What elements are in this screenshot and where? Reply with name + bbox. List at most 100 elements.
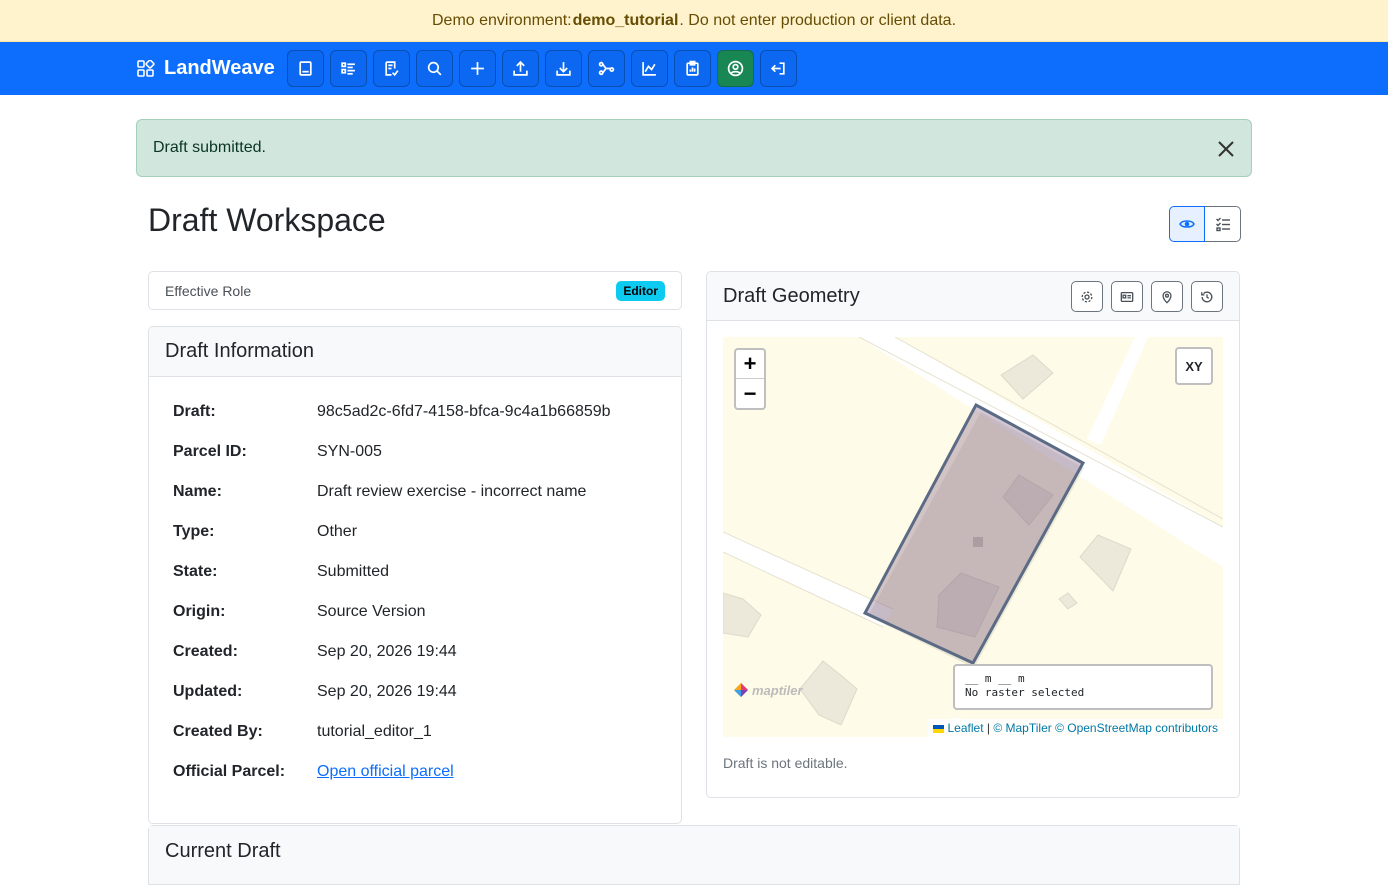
map-canvas[interactable]: + − XY __ m __ m No raster selected mapt…	[723, 337, 1223, 737]
id-card-icon	[1120, 291, 1134, 302]
info-row-parcel-id: Parcel ID: SYN-005	[173, 443, 657, 483]
info-value: Submitted	[317, 563, 390, 580]
close-icon	[1218, 141, 1234, 157]
draft-information-card: Draft Information Draft: 98c5ad2c-6fd7-4…	[148, 326, 682, 824]
demo-banner: Demo environment: demo_tutorial . Do not…	[0, 0, 1388, 42]
info-value: Sep 20, 2026 19:44	[317, 643, 457, 660]
nav-search-button[interactable]	[416, 50, 453, 87]
info-label: Created By:	[173, 723, 263, 740]
nav-clipboard-button[interactable]	[674, 50, 711, 87]
navbar: LandWeave	[0, 42, 1388, 95]
list-icon	[341, 62, 355, 75]
info-label: Created:	[173, 643, 238, 660]
checklist-icon	[1215, 217, 1230, 232]
current-draft-card: Current Draft	[148, 825, 1240, 885]
tile-attribution-link[interactable]: © MapTiler © OpenStreetMap contributors	[993, 721, 1218, 735]
readout-raster: No raster selected	[965, 686, 1085, 699]
xy-toggle-button[interactable]: XY	[1175, 347, 1213, 385]
doc-check-icon	[385, 61, 399, 77]
info-row-name: Name: Draft review exercise - incorrect …	[173, 483, 657, 523]
nav-doc-check-button[interactable]	[373, 50, 410, 87]
ukraine-flag-icon	[933, 724, 945, 733]
open-official-parcel-link[interactable]: Open official parcel	[317, 763, 454, 780]
nav-upload-button[interactable]	[502, 50, 539, 87]
nav-logout-button[interactable]	[760, 50, 797, 87]
info-value: Sep 20, 2026 19:44	[317, 683, 457, 700]
book-icon	[299, 61, 312, 76]
info-label: Type:	[173, 523, 215, 540]
zoom-control: + −	[734, 348, 766, 410]
maptiler-icon	[734, 683, 748, 697]
alert-close-button[interactable]	[1215, 138, 1237, 160]
current-draft-title: Current Draft	[149, 826, 1239, 872]
geometry-card-button[interactable]	[1111, 281, 1143, 312]
view-checklist-button[interactable]	[1205, 206, 1241, 242]
geometry-location-button[interactable]	[1151, 281, 1183, 312]
clipboard-icon	[686, 60, 699, 76]
info-row-type: Type: Other	[173, 523, 657, 563]
apps-grid-icon	[137, 59, 155, 77]
nav-add-button[interactable]	[459, 50, 496, 87]
info-label: Origin:	[173, 603, 226, 620]
draft-information-title: Draft Information	[149, 327, 681, 377]
readout-distance: __ m __ m	[965, 672, 1025, 685]
info-row-created-by: Created By: tutorial_editor_1	[173, 723, 657, 763]
share-nodes-icon	[598, 61, 615, 76]
info-rows: Draft: 98c5ad2c-6fd7-4158-bfca-9c4a1b668…	[149, 377, 681, 803]
leaflet-link[interactable]: Leaflet	[948, 721, 984, 735]
maptiler-logo[interactable]: maptiler	[733, 682, 803, 698]
map-attribution: Leaflet | © MapTiler © OpenStreetMap con…	[928, 719, 1223, 737]
info-value: Open official parcel	[317, 763, 454, 781]
user-circle-icon	[727, 60, 744, 77]
role-badge: Editor	[616, 280, 665, 301]
gear-icon	[1081, 291, 1093, 302]
maptiler-logo-text: maptiler	[752, 682, 803, 698]
info-label: Official Parcel:	[173, 763, 286, 780]
draft-geometry-header: Draft Geometry	[707, 272, 1239, 321]
chart-icon	[642, 62, 656, 76]
info-value: SYN-005	[317, 443, 382, 460]
role-label: Effective Role	[165, 282, 252, 299]
info-row-official-parcel: Official Parcel: Open official parcel	[173, 763, 657, 803]
demo-banner-prefix: Demo environment:	[431, 11, 572, 29]
info-label: State:	[173, 563, 218, 580]
view-preview-button[interactable]	[1169, 206, 1205, 242]
geometry-settings-button[interactable]	[1071, 281, 1103, 312]
success-alert: Draft submitted.	[136, 119, 1252, 177]
nav-download-button[interactable]	[545, 50, 582, 87]
nav-toolbar	[287, 50, 797, 87]
zoom-out-button[interactable]: −	[736, 379, 764, 408]
info-value: tutorial_editor_1	[317, 723, 432, 740]
info-row-created: Created: Sep 20, 2026 19:44	[173, 643, 657, 683]
view-toggle	[1169, 206, 1241, 242]
nav-account-button[interactable]	[717, 50, 754, 87]
history-icon	[1201, 291, 1213, 302]
demo-banner-suffix: . Do not enter production or client data…	[679, 11, 957, 29]
draft-not-editable-note: Draft is not editable.	[723, 755, 848, 771]
demo-env-name: demo_tutorial	[572, 11, 679, 29]
effective-role-card: Effective Role Editor	[148, 271, 682, 310]
map-pin-icon	[1162, 290, 1172, 304]
info-row-state: State: Submitted	[173, 563, 657, 603]
search-icon	[427, 61, 442, 76]
info-label: Name:	[173, 483, 222, 500]
nav-list-button[interactable]	[330, 50, 367, 87]
coordinate-readout: __ m __ m No raster selected	[953, 664, 1213, 710]
parcel-polygon	[862, 402, 1086, 668]
plus-icon	[471, 62, 484, 75]
nav-book-button[interactable]	[287, 50, 324, 87]
geometry-history-button[interactable]	[1191, 281, 1223, 312]
upload-icon	[513, 60, 528, 76]
download-icon	[556, 62, 571, 76]
info-row-origin: Origin: Source Version	[173, 603, 657, 643]
brand-link[interactable]: LandWeave	[137, 42, 275, 95]
nav-chart-button[interactable]	[631, 50, 668, 87]
geometry-tools	[1071, 281, 1223, 312]
info-row-draft: Draft: 98c5ad2c-6fd7-4158-bfca-9c4a1b668…	[173, 403, 657, 443]
info-label: Parcel ID:	[173, 443, 247, 460]
nav-share-button[interactable]	[588, 50, 625, 87]
info-row-updated: Updated: Sep 20, 2026 19:44	[173, 683, 657, 723]
zoom-in-button[interactable]: +	[736, 350, 764, 379]
info-value: 98c5ad2c-6fd7-4158-bfca-9c4a1b66859b	[317, 403, 611, 420]
brand-name: LandWeave	[164, 57, 275, 79]
